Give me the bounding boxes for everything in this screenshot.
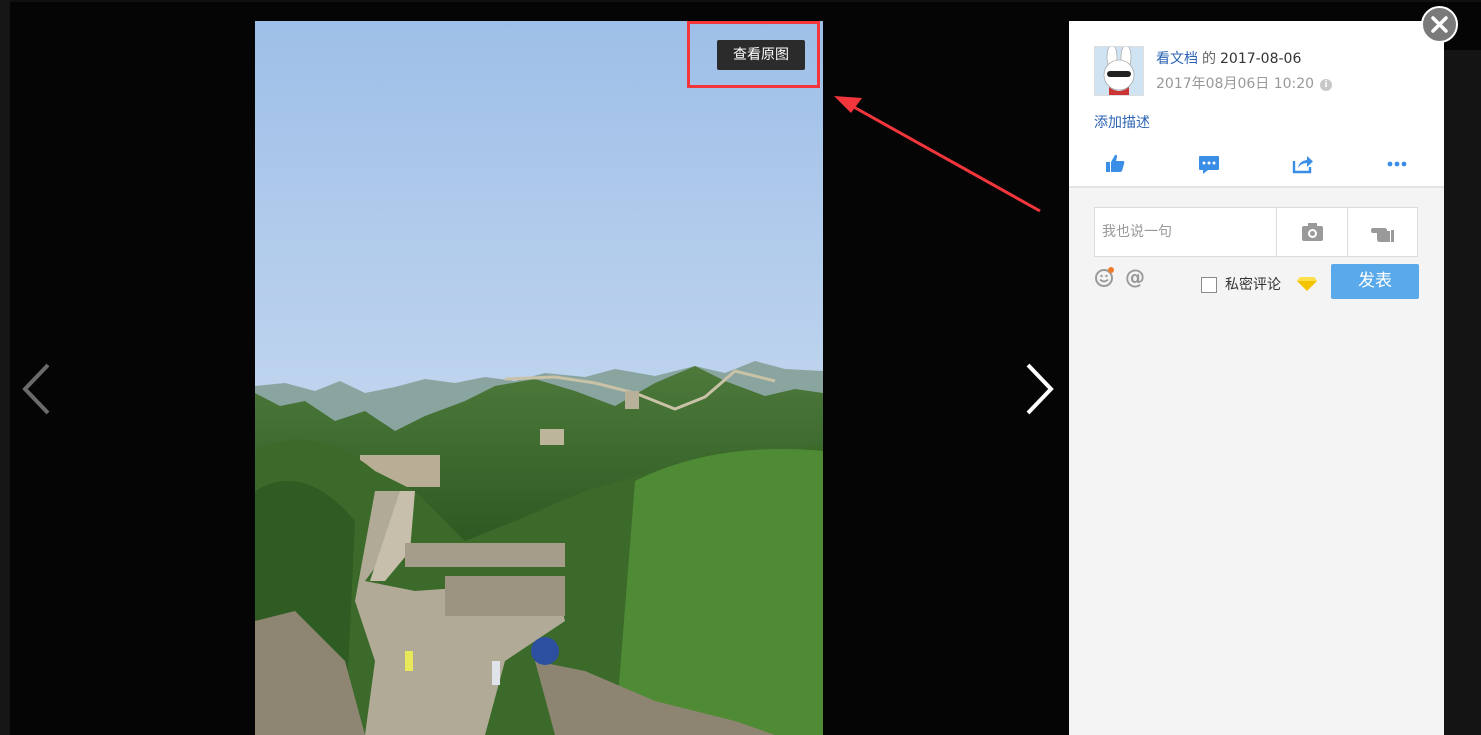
- mention-button[interactable]: @: [1125, 265, 1145, 289]
- thumbs-up-icon: [1106, 154, 1125, 172]
- backdrop: [0, 0, 10, 735]
- action-bar: [1069, 149, 1444, 179]
- share-icon: [1292, 156, 1313, 174]
- album-date[interactable]: 2017-08-06: [1220, 51, 1301, 67]
- share-button[interactable]: [1288, 149, 1318, 179]
- comment-button[interactable]: [1194, 149, 1224, 179]
- emoji-button[interactable]: [1094, 266, 1116, 288]
- insert-photo-button[interactable]: [1276, 208, 1348, 256]
- mention-pointer-button[interactable]: [1347, 208, 1419, 256]
- next-photo-button[interactable]: [1018, 358, 1058, 420]
- close-button[interactable]: [1421, 6, 1458, 43]
- comment-box: [1094, 207, 1418, 257]
- avatar[interactable]: [1094, 46, 1144, 96]
- post-comment-button[interactable]: 发表: [1331, 264, 1419, 299]
- private-comment-label: 私密评论: [1225, 277, 1281, 293]
- backdrop: [1444, 50, 1481, 735]
- main-photo: [255, 21, 823, 735]
- timestamp-line: 2017年08月06日 10:20 i: [1156, 73, 1333, 93]
- private-comment-checkbox[interactable]: [1201, 277, 1217, 293]
- add-description-link[interactable]: 添加描述: [1094, 112, 1150, 132]
- more-button[interactable]: [1382, 149, 1412, 179]
- comment-icon: [1199, 156, 1219, 174]
- smiley-icon: [1095, 267, 1114, 287]
- like-button[interactable]: [1100, 149, 1130, 179]
- info-icon[interactable]: i: [1320, 79, 1333, 91]
- pointing-hand-icon: [1371, 228, 1394, 242]
- author-separator: 的: [1202, 51, 1216, 67]
- more-icon: [1387, 161, 1407, 167]
- chevron-right-icon: [1026, 363, 1054, 415]
- photo-detail-panel: 看文档的2017-08-06 2017年08月06日 10:20 i 添加描述: [1069, 21, 1444, 735]
- previous-photo-button[interactable]: [18, 358, 58, 420]
- timestamp: 2017年08月06日 10:20: [1156, 76, 1315, 92]
- comment-input[interactable]: [1095, 208, 1289, 256]
- author-line: 看文档的 2017-08-06: [1156, 48, 1301, 68]
- view-original-button[interactable]: 查看原图: [717, 40, 805, 70]
- diamond-icon: [1297, 277, 1317, 291]
- chevron-left-icon: [22, 363, 50, 415]
- camera-icon: [1302, 223, 1323, 241]
- author-link[interactable]: 看文档: [1156, 51, 1198, 67]
- at-icon: @: [1125, 265, 1145, 289]
- post-header: 看文档的 2017-08-06 2017年08月06日 10:20 i 添加描述: [1069, 21, 1444, 188]
- backdrop: [0, 0, 1481, 2]
- close-icon: [1431, 16, 1448, 33]
